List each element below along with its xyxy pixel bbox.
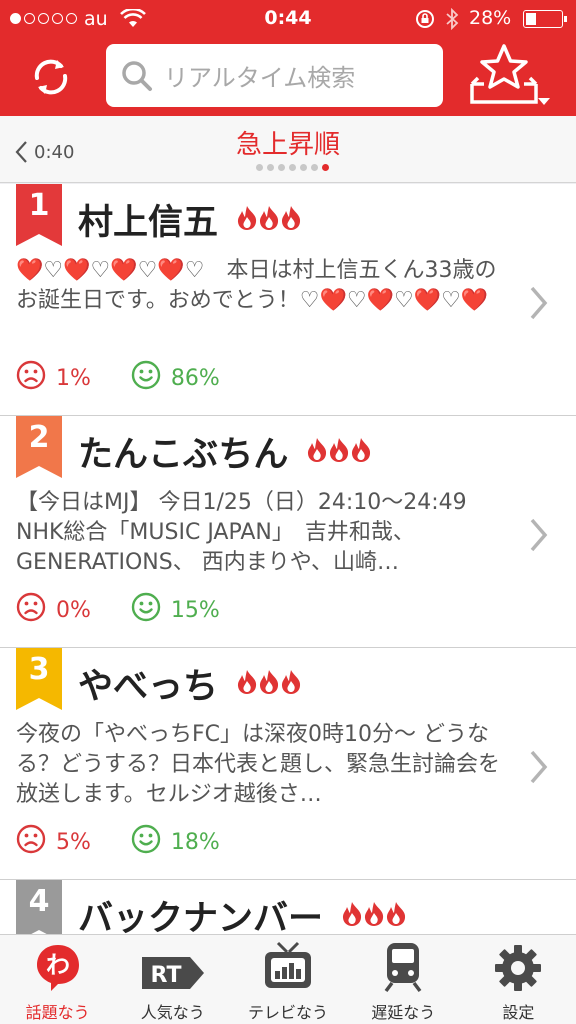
battery-percent: 28% bbox=[469, 7, 512, 29]
rank-badge: 3 bbox=[16, 648, 62, 710]
heat-flame-icon bbox=[341, 896, 363, 935]
chevron-right-icon[interactable] bbox=[528, 284, 550, 322]
wadai-icon: わ bbox=[35, 935, 81, 993]
positive-percent: 15% bbox=[170, 597, 220, 623]
page-dot bbox=[310, 164, 318, 171]
rank-badge: 4 bbox=[16, 880, 62, 934]
negative-percent: 0% bbox=[56, 597, 91, 623]
tab-label: テレビなう bbox=[248, 1003, 329, 1022]
smile-face-icon bbox=[131, 824, 171, 860]
heat-flame-icon bbox=[306, 432, 328, 472]
tv-icon bbox=[263, 935, 313, 993]
tab-gear[interactable]: 設定 bbox=[461, 935, 576, 1024]
trend-text: 【今日はMJ】 今日1/25（日）24:10〜24:49 NHK総合「MUSIC… bbox=[16, 490, 467, 575]
trend-card[interactable]: 4 バックナンバー bbox=[0, 880, 576, 934]
trend-title: たんこぶちん bbox=[78, 435, 289, 475]
trend-title: 村上信五 bbox=[78, 203, 219, 243]
search-field[interactable]: リアルタイム検索 bbox=[106, 44, 443, 107]
heat-flame-icon bbox=[350, 432, 372, 472]
gear-icon bbox=[493, 935, 543, 993]
smile-face-icon bbox=[131, 592, 171, 628]
tab-wadai[interactable]: わ 話題なう bbox=[0, 935, 115, 1024]
tab-tv[interactable]: テレビなう bbox=[230, 935, 345, 1024]
trend-card[interactable]: 3 やべっち今夜の「やべっちFC」は深夜0時10分〜 どうなる？どうする？日本代… bbox=[0, 648, 576, 880]
positive-percent: 86% bbox=[170, 365, 220, 391]
smile-face-icon bbox=[131, 360, 171, 396]
sad-face-icon bbox=[16, 592, 56, 628]
rank-number: 2 bbox=[28, 420, 50, 455]
page-dot bbox=[266, 164, 274, 171]
page-indicator bbox=[0, 164, 576, 171]
svg-text:RT: RT bbox=[150, 963, 181, 988]
rank-number: 3 bbox=[28, 652, 50, 687]
rank-number: 4 bbox=[28, 884, 50, 919]
negative-percent: 5% bbox=[56, 829, 91, 855]
negative-vote[interactable]: 1% bbox=[16, 360, 91, 396]
tab-rt[interactable]: RT 人気なう bbox=[115, 935, 230, 1024]
trend-title: バックナンバー bbox=[78, 899, 324, 934]
tab-bar: わ 話題なう RT 人気なう テレビなう 遅延なう 設定 bbox=[0, 934, 576, 1024]
tab-label: 人気なう bbox=[140, 1003, 205, 1022]
sad-face-icon bbox=[16, 824, 56, 860]
status-bar: au 0:44 28% bbox=[0, 0, 576, 38]
train-icon bbox=[383, 935, 423, 993]
trending-list: 1 村上信五 ❤️♡❤️♡❤️♡❤️♡ 本日は村上信五くん33歳のお誕生日です。お… bbox=[0, 184, 576, 934]
page-dot bbox=[277, 164, 285, 171]
heat-flame-icon bbox=[328, 432, 350, 472]
trend-text: ❤️♡❤️♡❤️♡❤️♡ 本日は村上信五くん33歳のお誕生日です。おめでとう！♡… bbox=[16, 258, 497, 313]
tab-label: 遅延なう bbox=[371, 1003, 436, 1022]
trend-card[interactable]: 1 村上信五 ❤️♡❤️♡❤️♡❤️♡ 本日は村上信五くん33歳のお誕生日です。お… bbox=[0, 184, 576, 416]
rt-icon: RT bbox=[140, 935, 206, 993]
positive-vote[interactable]: 15% bbox=[131, 592, 220, 628]
negative-vote[interactable]: 5% bbox=[16, 824, 91, 860]
page-dot bbox=[288, 164, 296, 171]
negative-vote[interactable]: 0% bbox=[16, 592, 91, 628]
trend-card[interactable]: 2 たんこぶちん【今日はMJ】 今日1/25（日）24:10〜24:49 NHK… bbox=[0, 416, 576, 648]
negative-percent: 1% bbox=[56, 365, 91, 391]
rotation-lock-icon bbox=[416, 10, 434, 28]
heat-flame-icon bbox=[236, 664, 258, 704]
favorites-star-icon[interactable] bbox=[468, 42, 554, 112]
rank-badge: 2 bbox=[16, 416, 62, 478]
tab-label: 設定 bbox=[502, 1003, 535, 1022]
heat-flame-icon bbox=[280, 664, 302, 704]
heat-flame-icon bbox=[363, 896, 385, 935]
rank-number: 1 bbox=[28, 188, 50, 223]
navigation-bar: リアルタイム検索 bbox=[0, 38, 576, 116]
positive-vote[interactable]: 18% bbox=[131, 824, 220, 860]
chevron-right-icon[interactable] bbox=[528, 748, 550, 786]
refresh-icon[interactable] bbox=[30, 56, 72, 98]
heat-flame-icon bbox=[280, 200, 302, 240]
heat-flame-icon bbox=[258, 664, 280, 704]
chevron-right-icon[interactable] bbox=[528, 516, 550, 554]
page-dot bbox=[299, 164, 307, 171]
tab-label: 話題なう bbox=[25, 1003, 90, 1022]
trend-text: 今夜の「やべっちFC」は深夜0時10分〜 どうなる？どうする？日本代表と題し、緊… bbox=[16, 722, 501, 807]
heat-flame-icon bbox=[258, 200, 280, 240]
positive-percent: 18% bbox=[170, 829, 220, 855]
page-dot bbox=[321, 164, 329, 171]
svg-text:わ: わ bbox=[46, 951, 70, 979]
sad-face-icon bbox=[16, 360, 56, 396]
heat-flame-icon bbox=[236, 200, 258, 240]
trend-title: やべっち bbox=[78, 667, 219, 707]
sub-header: 0:40 急上昇順 bbox=[0, 116, 576, 183]
page-title: 急上昇順 bbox=[235, 130, 340, 160]
battery-icon bbox=[523, 10, 567, 28]
bluetooth-icon bbox=[446, 8, 459, 30]
positive-vote[interactable]: 86% bbox=[131, 360, 220, 396]
heat-flame-icon bbox=[385, 896, 407, 935]
page-dot bbox=[255, 164, 263, 171]
rank-badge: 1 bbox=[16, 184, 62, 246]
tab-train[interactable]: 遅延なう bbox=[346, 935, 461, 1024]
